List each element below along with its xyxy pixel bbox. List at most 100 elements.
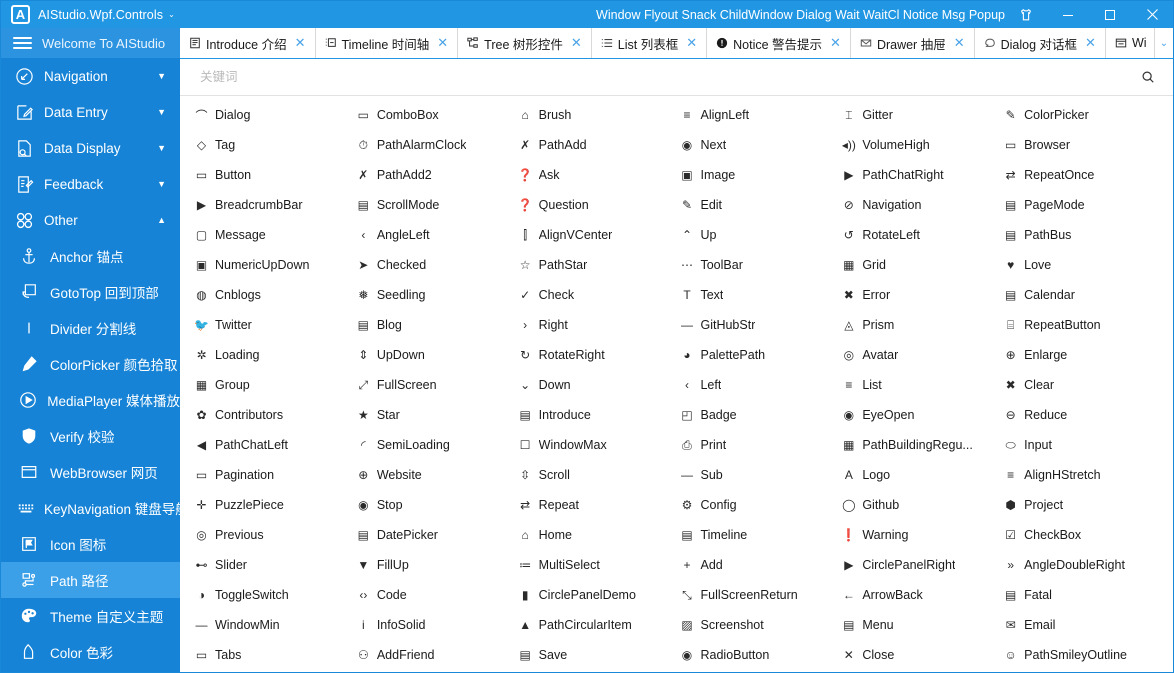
icon-grid-item[interactable]: ▤ Blog [356, 310, 518, 340]
icon-grid-item[interactable]: ✎ Edit [679, 190, 841, 220]
icon-grid-item[interactable]: ⌄ Down [518, 370, 680, 400]
icon-grid-item[interactable]: + Add [679, 550, 841, 580]
icon-grid-item[interactable]: ◜ SemiLoading [356, 430, 518, 460]
close-icon[interactable]: ✕ [1085, 35, 1096, 51]
icon-grid-item[interactable]: ◯ Github [841, 490, 1003, 520]
icon-grid-item[interactable]: ★ Star [356, 400, 518, 430]
icon-grid-item[interactable]: ❓ Question [518, 190, 680, 220]
sidebar-header[interactable]: Welcome To AIStudio [1, 28, 180, 58]
icon-grid-item[interactable]: ✉ Email [1003, 610, 1165, 640]
icon-grid-item[interactable]: ⏱ PathAlarmClock [356, 130, 518, 160]
icon-grid-item[interactable]: ▤ Menu [841, 610, 1003, 640]
sidebar-item-anchor[interactable]: Anchor 锚点 [1, 238, 180, 274]
icon-grid-item[interactable]: ⦀AlignVStretch [841, 670, 1003, 672]
icon-grid-item[interactable]: ▮ CirclePanelDemo [518, 580, 680, 610]
icon-grid-item[interactable]: ✖ Clear [1003, 370, 1165, 400]
icon-grid-item[interactable]: ▼ FillUp [356, 550, 518, 580]
icon-grid-item[interactable]: ‹ AngleLeft [356, 220, 518, 250]
icon-grid-item[interactable]: ⇳ Scroll [518, 460, 680, 490]
icon-grid-item[interactable]: ▣ NumericUpDown [194, 250, 356, 280]
maximize-button[interactable] [1089, 1, 1131, 28]
icon-grid-item[interactable]: ↺ RotateLeft [841, 220, 1003, 250]
icon-grid-item[interactable]: ▦ Group [194, 370, 356, 400]
icon-grid-item[interactable]: ▭ Browser [1003, 130, 1165, 160]
icon-grid-item[interactable]: ✕ Close [841, 640, 1003, 670]
icon-grid-item[interactable]: ◉ Next [679, 130, 841, 160]
icon-grid-item[interactable]: ↻ RotateRight [518, 340, 680, 370]
icon-grid-item[interactable]: ▶ CirclePanelRight [841, 550, 1003, 580]
icon-grid-item[interactable]: ♥ Love [1003, 250, 1165, 280]
icon-grid-item[interactable]: ✛ PuzzlePiece [194, 490, 356, 520]
icon-grid-item[interactable]: ▤ ScrollMode [356, 190, 518, 220]
icon-grid-item[interactable]: ▤ Fatal [1003, 580, 1165, 610]
sidebar-group-data-entry[interactable]: Data Entry ▼ [1, 94, 180, 130]
close-icon[interactable]: ✕ [686, 35, 697, 51]
icon-grid-item[interactable]: 🐦 Twitter [194, 310, 356, 340]
sidebar-item-icon[interactable]: Icon 图标 [1, 526, 180, 562]
sidebar-item-verify[interactable]: Verify 校验 [1, 418, 180, 454]
icon-grid-item[interactable]: ▤ Introduce [518, 400, 680, 430]
icon-grid-item[interactable]: ▤ PathBus [1003, 220, 1165, 250]
icon-grid-item[interactable]: ▦ Grid [841, 250, 1003, 280]
sidebar-item-gototop[interactable]: GotoTop 回到顶部 [1, 274, 180, 310]
icon-grid-item[interactable]: ▢ Message [194, 220, 356, 250]
tab-introduce[interactable]: Introduce 介绍 ✕ [180, 28, 316, 58]
sidebar-item-colorpicker[interactable]: ColorPicker 颜色拾取 [1, 346, 180, 382]
icon-grid-item[interactable]: ⊕ Enlarge [1003, 340, 1165, 370]
icon-grid-item[interactable]: ▶ BreadcrumbBar [194, 190, 356, 220]
icon-grid-item[interactable]: ▤ Timeline [679, 520, 841, 550]
icon-grid-item[interactable]: ⬢ Project [1003, 490, 1165, 520]
icon-grid-item[interactable]: ▨ Screenshot [679, 610, 841, 640]
icon-grid-item[interactable]: » AngleDoubleRight [1003, 550, 1165, 580]
icon-grid-item[interactable]: ✗ PathAdd [518, 130, 680, 160]
icon-grid-item[interactable]: ⌂ Brush [518, 100, 680, 130]
icon-grid-item[interactable]: ☐Card [1003, 670, 1165, 672]
icon-grid-scroll[interactable]: ⌒ Dialog ▭ ComboBox ⌂ Brush ≡ AlignLeft ⌶ Gitter ✎… [180, 96, 1173, 672]
icon-grid-item[interactable]: ⊷ Slider [194, 550, 356, 580]
icon-grid-item[interactable]: ☺ PathSmileyOutline [1003, 640, 1165, 670]
tab-timeline[interactable]: Timeline 时间轴 ✕ [315, 28, 459, 58]
chevron-down-icon[interactable]: ⌄ [168, 10, 175, 19]
icon-grid-item[interactable]: i InfoSolid [356, 610, 518, 640]
icon-grid-item[interactable]: ▤ Save [518, 640, 680, 670]
icon-grid-item[interactable]: ≡ AlignHStretch [1003, 460, 1165, 490]
icon-grid-item[interactable]: ◍ Cnblogs [194, 280, 356, 310]
tab-notice[interactable]: Notice 警告提示 ✕ [707, 28, 851, 58]
icon-grid-item[interactable]: ▤ Calendar [1003, 280, 1165, 310]
tab-window[interactable]: Wi [1105, 28, 1155, 58]
icon-grid-item[interactable]: ⫿ AlignVCenter [518, 220, 680, 250]
chevron-up-icon[interactable]: ▲ [157, 215, 166, 225]
icon-grid-item[interactable]: ⌂ Home [518, 520, 680, 550]
icon-grid-item[interactable]: ≡ List [841, 370, 1003, 400]
icon-grid-item[interactable]: ▶ PathChatRight [841, 160, 1003, 190]
icon-grid-item[interactable]: ◂)) VolumeHigh [841, 130, 1003, 160]
icon-grid-item[interactable]: — GitHubStr [679, 310, 841, 340]
icon-grid-item[interactable]: ‹ Left [679, 370, 841, 400]
close-icon[interactable]: ✕ [295, 35, 306, 51]
icon-grid-item[interactable]: ✿ Contributors [194, 400, 356, 430]
icon-grid-item[interactable]: ▦ PathBuildingRegu... [841, 430, 1003, 460]
icon-grid-item[interactable]: ⋯ ToolBar [679, 250, 841, 280]
icon-grid-item[interactable]: ⋈EscapeFullScreen [194, 670, 356, 672]
icon-grid-item[interactable]: ➤ Checked [356, 250, 518, 280]
icon-grid-item[interactable]: ◰ Badge [679, 400, 841, 430]
icon-grid-item[interactable]: ⎙ Print [679, 430, 841, 460]
sidebar-item-path[interactable]: Path 路径 [1, 562, 180, 598]
icon-grid-item[interactable]: ▭ Pagination [194, 460, 356, 490]
icon-grid-item[interactable]: ▲ PathCircularItem [518, 610, 680, 640]
sidebar-item-keynavigation[interactable]: KeyNavigation 键盘导航 [1, 490, 180, 526]
icon-grid-item[interactable]: ▤ PageMode [1003, 190, 1165, 220]
icon-grid-item[interactable]: ◎ Avatar [841, 340, 1003, 370]
icon-grid-item[interactable]: ✓ Check [518, 280, 680, 310]
icon-grid-item[interactable]: ⚇ AddFriend [356, 640, 518, 670]
sidebar-item-color[interactable]: Color 色彩 [1, 634, 180, 670]
icon-grid-item[interactable]: ❗Alarm [679, 670, 841, 672]
icon-grid-item[interactable]: › Right [518, 310, 680, 340]
icon-grid-item[interactable]: ◬ Prism [841, 310, 1003, 340]
icon-grid-item[interactable]: ⌃ Up [679, 220, 841, 250]
icon-grid-item[interactable]: ≡ AlignLeft [679, 100, 841, 130]
chevron-down-icon[interactable]: ▼ [157, 107, 166, 117]
icon-grid-item[interactable]: ♥Verify [356, 670, 518, 672]
icon-grid-item[interactable]: ◉ RadioButton [679, 640, 841, 670]
icon-grid-item[interactable]: ◑ ToggleSwitch [194, 580, 356, 610]
